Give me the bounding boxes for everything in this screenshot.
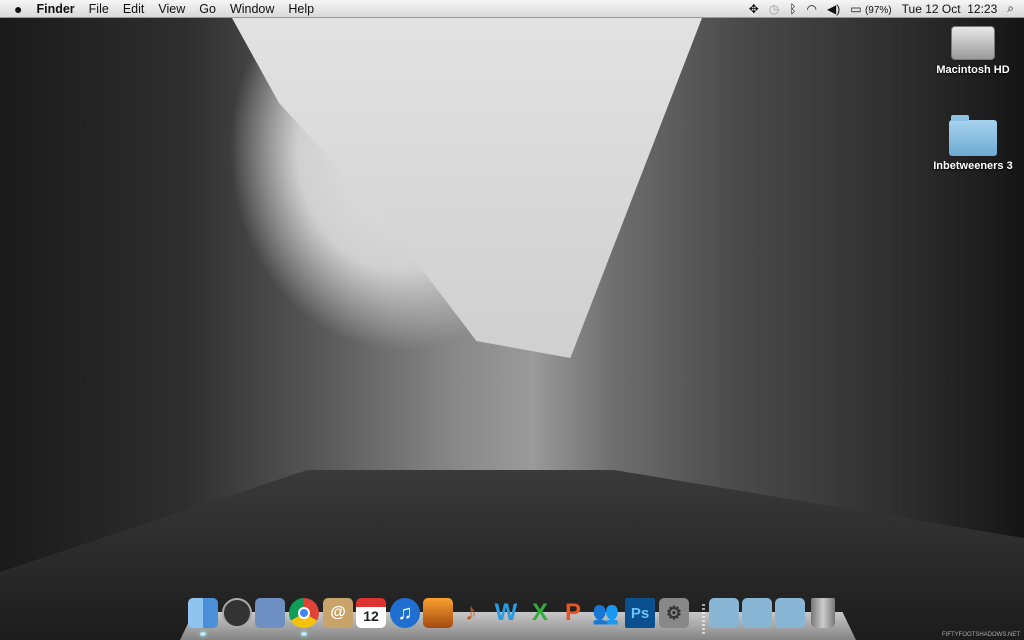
wifi-icon[interactable]: ◠ [807, 2, 817, 16]
menu-edit[interactable]: Edit [116, 0, 152, 18]
itunes-icon[interactable]: ♫ [390, 598, 420, 628]
finder-icon[interactable] [188, 598, 218, 628]
menu-finder[interactable]: Finder [29, 0, 81, 18]
desktop-item-label: Inbetweeners 3 [933, 160, 1013, 172]
spotlight-icon[interactable]: ⌕ [1007, 1, 1014, 16]
excel-icon[interactable]: X [525, 598, 555, 628]
powerpoint-icon[interactable]: P [558, 598, 588, 628]
volume-icon[interactable]: ◀) [827, 2, 840, 16]
ical-icon[interactable]: 12 [356, 598, 386, 628]
photoshop-icon[interactable]: Ps [625, 598, 655, 628]
desktop-item-inbetweeners-3[interactable]: Inbetweeners 3 [928, 115, 1018, 172]
menu-view[interactable]: View [151, 0, 192, 18]
battery-percent: (97%) [864, 4, 892, 16]
running-indicator [301, 632, 307, 636]
clock[interactable]: Tue 12 Oct 12:23 [902, 2, 998, 16]
menu-window[interactable]: Window [223, 0, 281, 18]
apple-menu-icon[interactable]: ● [0, 0, 29, 18]
menu-help[interactable]: Help [281, 0, 321, 18]
desktop-item-macintosh-hd[interactable]: Macintosh HD [928, 26, 1018, 76]
battery-status[interactable]: ▭ (97%) [850, 2, 891, 16]
time-machine-icon[interactable]: ◷ [769, 2, 779, 16]
word-icon[interactable]: W [491, 598, 521, 628]
messenger-icon[interactable]: 👥 [591, 598, 621, 628]
bluetooth-icon[interactable]: ᛒ [789, 2, 796, 16]
chrome-icon[interactable] [289, 598, 319, 628]
running-indicator [200, 632, 206, 636]
menu-file[interactable]: File [82, 0, 116, 18]
iphoto-icon[interactable] [423, 598, 453, 628]
menu-go[interactable]: Go [192, 0, 223, 18]
applications-stack-icon[interactable] [709, 598, 739, 628]
trash-icon[interactable] [811, 598, 835, 628]
mail-icon[interactable] [255, 598, 285, 628]
system-preferences-icon[interactable]: ⚙ [659, 598, 689, 628]
hard-drive-icon [951, 26, 995, 60]
dock-separator [702, 604, 705, 634]
dropbox-icon[interactable]: ✥ [749, 2, 759, 16]
desktop-item-label: Macintosh HD [936, 64, 1010, 76]
garageband-icon[interactable]: ♪ [456, 598, 486, 628]
documents-stack-icon[interactable] [742, 598, 772, 628]
folder-icon [949, 115, 997, 156]
wallpaper-credit: FIFTYFOOTSHADOWS.NET [942, 632, 1020, 638]
menu-bar: ● Finder File Edit View Go Window Help ✥… [0, 0, 1024, 18]
address-book-icon[interactable]: @ [323, 598, 353, 628]
battery-icon: ▭ [850, 1, 862, 16]
downloads-stack-icon[interactable] [775, 598, 805, 628]
dashboard-icon[interactable] [222, 598, 252, 628]
